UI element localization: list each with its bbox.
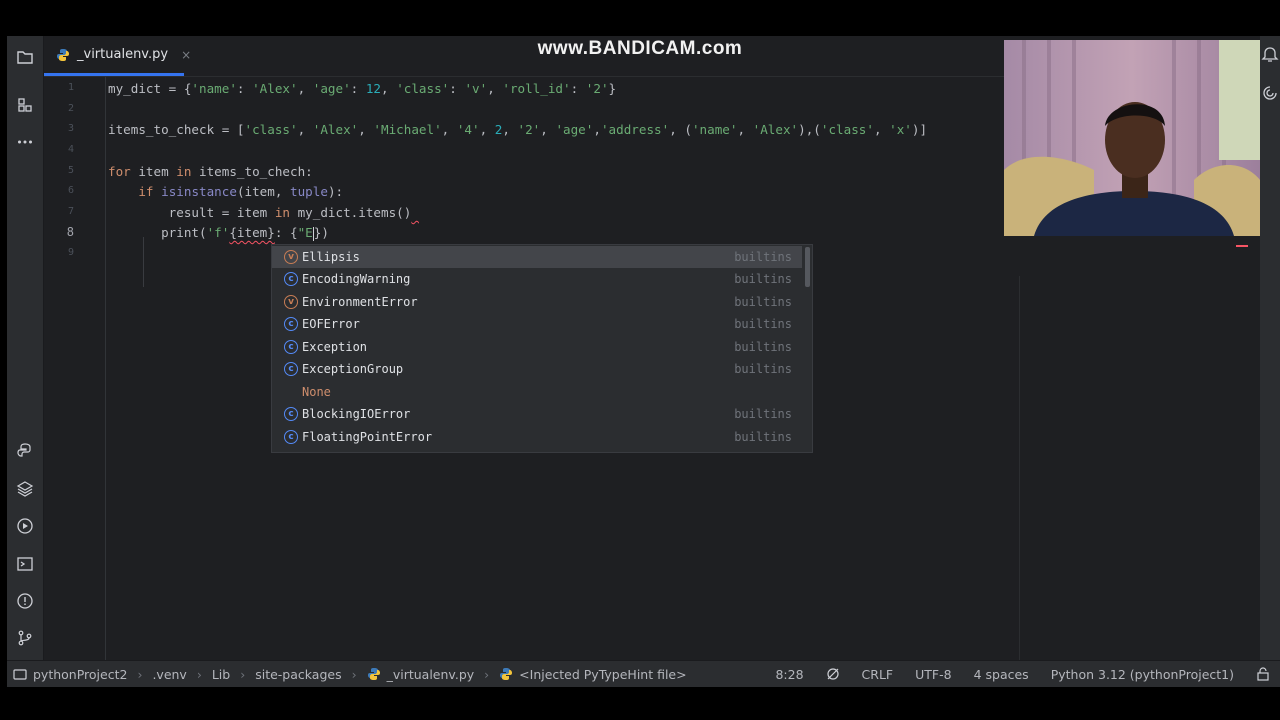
gutter-separator <box>105 77 106 660</box>
class-icon: c <box>284 317 298 331</box>
lock-icon[interactable] <box>1256 667 1270 681</box>
python-interpreter[interactable]: Python 3.12 (pythonProject1) <box>1051 667 1234 682</box>
completion-item[interactable]: c Exception builtins <box>272 336 802 358</box>
completion-item[interactable]: c ExceptionGroup builtins <box>272 358 802 380</box>
code-line-6: if isinstance(item, tuple): <box>138 184 344 199</box>
caret-position[interactable]: 8:28 <box>775 667 803 682</box>
class-icon: c <box>284 362 298 376</box>
chevron-right-icon: › <box>351 666 357 682</box>
indent-guide <box>143 237 144 287</box>
code-line-7: result = item in my_dict.items() <box>168 205 412 220</box>
variable-icon: v <box>284 295 298 309</box>
class-icon: c <box>284 430 298 444</box>
webcam-overlay <box>1004 40 1260 236</box>
problems-icon[interactable] <box>13 589 37 613</box>
line-number-gutter: 1 2 3 4 5 6 7 8 9 <box>44 77 106 660</box>
line-number: 4 <box>67 144 74 155</box>
tool-window-bar <box>7 36 44 660</box>
completion-item[interactable]: c BlockingIOError builtins <box>272 403 802 425</box>
line-number: 3 <box>67 123 74 134</box>
chevron-right-icon: › <box>240 666 246 682</box>
chevron-right-icon: › <box>484 666 490 682</box>
completion-popup[interactable]: v Ellipsis builtins c EncodingWarning bu… <box>271 244 813 453</box>
breadcrumb-hint[interactable]: <Injected PyTypeHint file> <box>519 667 686 682</box>
class-icon: c <box>284 272 298 286</box>
chevron-right-icon: › <box>137 666 143 682</box>
breadcrumb-venv[interactable]: .venv <box>152 667 186 682</box>
ai-assistant-icon[interactable] <box>1261 84 1279 102</box>
git-icon[interactable] <box>13 626 37 650</box>
status-widgets: 8:28 CRLF UTF-8 4 spaces Python 3.12 (py… <box>775 661 1270 687</box>
code-line-8: print('f'{item}: {"E}) <box>161 225 329 241</box>
line-number: 2 <box>67 103 74 114</box>
python-icon <box>499 667 513 681</box>
inspection-off-icon[interactable] <box>826 667 840 681</box>
code-line-5: for item in items_to_chech: <box>108 164 313 179</box>
completion-item[interactable]: v Ellipsis builtins <box>272 246 802 268</box>
indent-setting[interactable]: 4 spaces <box>974 667 1029 682</box>
structure-icon[interactable] <box>13 93 37 117</box>
layers-icon[interactable] <box>13 477 37 501</box>
line-number: 1 <box>67 82 74 93</box>
bandicam-watermark: www.BANDICAM.com <box>537 38 743 59</box>
completion-item[interactable]: v EnvironmentError builtins <box>272 291 802 313</box>
completion-item[interactable]: c EOFError builtins <box>272 313 802 335</box>
breadcrumb: pythonProject2 › .venv › Lib › site-pack… <box>13 667 687 682</box>
line-separator[interactable]: CRLF <box>862 667 894 682</box>
python-console-icon[interactable] <box>13 439 37 463</box>
chevron-right-icon: › <box>196 666 202 682</box>
status-bar: pythonProject2 › .venv › Lib › site-pack… <box>7 660 1280 687</box>
completion-scrollbar[interactable] <box>805 247 810 287</box>
code-line-1: my_dict = {'name': 'Alex', 'age': 12, 'c… <box>108 81 617 96</box>
breadcrumb-project[interactable]: pythonProject2 <box>33 667 127 682</box>
terminal-icon[interactable] <box>13 552 37 576</box>
breadcrumb-lib[interactable]: Lib <box>212 667 230 682</box>
line-number-current: 8 <box>66 225 74 239</box>
completion-item[interactable]: c FloatingPointError builtins <box>272 426 802 448</box>
project-icon <box>13 667 27 681</box>
line-number: 7 <box>67 206 74 217</box>
code-line-3: items_to_check = ['class', 'Alex', 'Mich… <box>108 122 928 137</box>
right-margin-line <box>1019 276 1020 686</box>
completion-item[interactable]: None <box>272 381 802 403</box>
breadcrumb-file[interactable]: _virtualenv.py <box>387 667 475 682</box>
class-icon: c <box>284 407 298 421</box>
run-icon[interactable] <box>13 514 37 538</box>
error-stripe-marker[interactable] <box>1236 245 1248 247</box>
line-number: 5 <box>67 165 74 176</box>
line-number: 6 <box>67 185 74 196</box>
completion-item[interactable]: c EncodingWarning builtins <box>272 268 802 290</box>
class-icon: c <box>284 340 298 354</box>
variable-icon: v <box>284 250 298 264</box>
more-tools-icon[interactable] <box>13 130 37 154</box>
python-file-icon <box>367 667 381 681</box>
file-encoding[interactable]: UTF-8 <box>915 667 951 682</box>
breadcrumb-site-packages[interactable]: site-packages <box>255 667 341 682</box>
right-tool-bar <box>1260 36 1280 660</box>
line-number: 9 <box>67 247 74 258</box>
